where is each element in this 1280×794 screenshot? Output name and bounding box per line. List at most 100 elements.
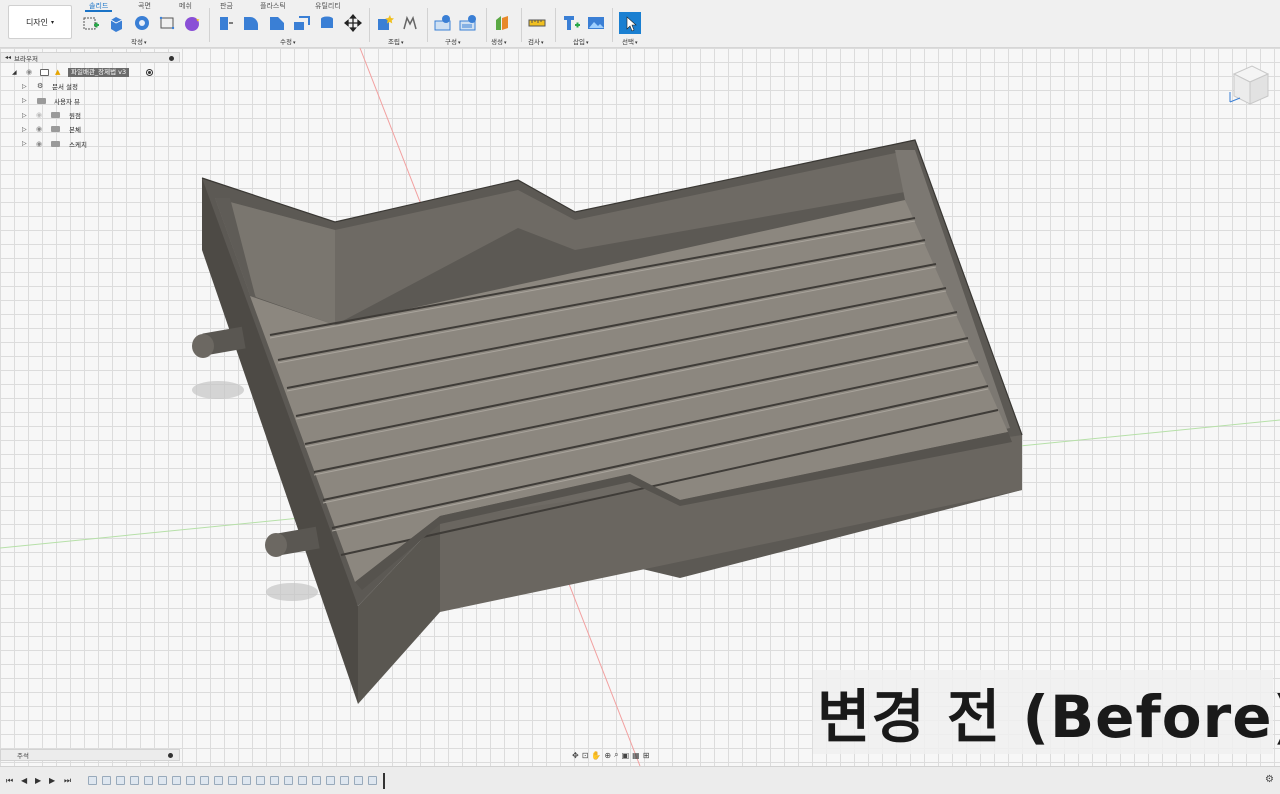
play-icon[interactable]: ▶: [35, 776, 41, 785]
viewports-icon[interactable]: ⊞: [643, 751, 650, 760]
fit-icon[interactable]: ⌕: [614, 750, 618, 760]
timeline-feature-icon[interactable]: [340, 776, 349, 785]
timeline-feature-icon[interactable]: [214, 776, 223, 785]
timeline-feature-icon[interactable]: [130, 776, 139, 785]
tree-item-label: 본체: [69, 126, 81, 135]
construct-group-label[interactable]: 구성▾: [445, 36, 460, 46]
combine-icon[interactable]: [318, 14, 336, 32]
tree-item-document-settings[interactable]: ▷ ⚙ 문서 설정: [0, 79, 180, 93]
zoom-icon[interactable]: ⊕: [604, 751, 611, 760]
revolve-icon[interactable]: [133, 14, 151, 32]
timeline-feature-icon[interactable]: [200, 776, 209, 785]
insert-derive-icon[interactable]: [562, 14, 580, 32]
panel-pin-icon[interactable]: [169, 56, 174, 61]
tab-mesh[interactable]: 메쉬: [179, 1, 192, 11]
timeline-feature-icon[interactable]: [256, 776, 265, 785]
timeline-feature-icon[interactable]: [158, 776, 167, 785]
offset-plane-icon[interactable]: [434, 14, 452, 32]
expand-triangle-icon[interactable]: ▷: [22, 112, 27, 119]
timeline-feature-icon[interactable]: [354, 776, 363, 785]
create-sketch-icon[interactable]: [82, 14, 100, 32]
timeline-feature-icon[interactable]: [284, 776, 293, 785]
fillet-icon[interactable]: [241, 14, 259, 32]
eye-hidden-icon[interactable]: ◉: [36, 111, 42, 119]
timeline-feature-icon[interactable]: [102, 776, 111, 785]
orbit-icon[interactable]: ✥: [572, 751, 579, 760]
extrude-icon[interactable]: [107, 14, 125, 32]
eye-icon[interactable]: ◉: [36, 140, 42, 148]
expand-triangle-icon[interactable]: ▷: [22, 97, 27, 104]
tree-item-bodies[interactable]: ▷ ◉ 본체: [0, 122, 180, 136]
timeline-feature-icon[interactable]: [270, 776, 279, 785]
grid-settings-icon[interactable]: ▦: [632, 751, 640, 760]
tab-surface[interactable]: 곡면: [138, 1, 151, 11]
look-at-icon[interactable]: ⊡: [582, 751, 589, 760]
tab-plastic[interactable]: 플라스틱: [260, 1, 286, 11]
tab-utilities[interactable]: 유틸리티: [315, 1, 341, 11]
divider: [521, 8, 522, 42]
timeline-feature-icon[interactable]: [228, 776, 237, 785]
timeline-marker[interactable]: [383, 773, 385, 789]
tab-solid[interactable]: 솔리드: [84, 1, 113, 12]
comments-panel[interactable]: 주석: [0, 749, 180, 761]
timeline-feature-icon[interactable]: [242, 776, 251, 785]
chamfer-icon[interactable]: [267, 14, 285, 32]
timeline-feature-icon[interactable]: [116, 776, 125, 785]
inspect-group-label[interactable]: 검사▾: [528, 36, 543, 46]
step-forward-icon[interactable]: ▶: [49, 776, 55, 785]
insert-group-label[interactable]: 삽입▾: [573, 36, 588, 46]
go-to-start-icon[interactable]: ⏮: [6, 776, 13, 786]
form-icon[interactable]: [183, 14, 201, 32]
browser-title: 브라우저: [14, 54, 38, 63]
tree-item-sketches[interactable]: ▷ ◉ 스케치: [0, 136, 180, 150]
expand-triangle-icon[interactable]: ▷: [22, 140, 27, 147]
pan-icon[interactable]: ✋: [591, 751, 601, 760]
root-component-label[interactable]: 파일배관_장제법 v3: [68, 67, 130, 77]
add-comment-icon[interactable]: [168, 753, 173, 758]
tree-item-named-views[interactable]: ▷ 사용자 뷰: [0, 94, 180, 108]
eye-icon[interactable]: ◉: [26, 68, 32, 76]
timeline-feature-icon[interactable]: [326, 776, 335, 785]
design-workspace-button[interactable]: 디자인 ▾: [8, 5, 72, 39]
eye-icon[interactable]: ◉: [36, 125, 42, 133]
canvas-viewport[interactable]: [0, 48, 1280, 766]
timeline-feature-icon[interactable]: [368, 776, 377, 785]
create-group-label[interactable]: 작성▾: [131, 36, 146, 46]
go-to-end-icon[interactable]: ⏭: [64, 776, 71, 786]
select-group-label[interactable]: 선택▾: [622, 36, 637, 46]
view-cube[interactable]: [1224, 62, 1274, 112]
expand-triangle-icon[interactable]: ▷: [22, 126, 27, 133]
tab-sheet-metal[interactable]: 판금: [220, 1, 233, 11]
timeline-feature-icon[interactable]: [144, 776, 153, 785]
assemble-group-label[interactable]: 조립▾: [388, 36, 403, 46]
active-radio-icon[interactable]: [146, 68, 153, 76]
timeline-feature-icon[interactable]: [88, 776, 97, 785]
joint-icon[interactable]: [401, 14, 419, 32]
insert-image-icon[interactable]: [587, 14, 605, 32]
plane-at-angle-icon[interactable]: [459, 14, 477, 32]
tree-root[interactable]: ◢ ◉ ▲ 파일배관_장제법 v3: [0, 65, 180, 79]
expand-triangle-icon[interactable]: ▷: [22, 83, 27, 90]
collapse-triangle-icon[interactable]: ◢: [12, 69, 17, 76]
display-settings-icon[interactable]: ▣: [622, 751, 630, 760]
browser-header[interactable]: ◂◂ 브라우저: [0, 52, 180, 63]
new-component-icon[interactable]: [376, 14, 394, 32]
move-icon[interactable]: [344, 14, 362, 32]
gear-icon[interactable]: ⚙: [1265, 774, 1274, 785]
select-icon[interactable]: [619, 12, 641, 34]
timeline-feature-icon[interactable]: [298, 776, 307, 785]
chevron-down-icon: ▾: [400, 40, 404, 46]
generate-group-label[interactable]: 생성▾: [491, 36, 506, 46]
shell-icon[interactable]: [292, 14, 310, 32]
step-back-icon[interactable]: ◀: [21, 776, 27, 785]
timeline-feature-icon[interactable]: [172, 776, 181, 785]
generative-design-icon[interactable]: [493, 14, 511, 32]
press-pull-icon[interactable]: [216, 14, 234, 32]
modify-group-label[interactable]: 수정▾: [280, 36, 295, 46]
timeline-feature-icon[interactable]: [186, 776, 195, 785]
tree-item-origin[interactable]: ▷ ◉ 원점: [0, 108, 180, 122]
measure-icon[interactable]: [528, 14, 546, 32]
gear-icon: ⚙: [37, 82, 44, 91]
timeline-feature-icon[interactable]: [312, 776, 321, 785]
rectangle-icon[interactable]: [158, 14, 176, 32]
